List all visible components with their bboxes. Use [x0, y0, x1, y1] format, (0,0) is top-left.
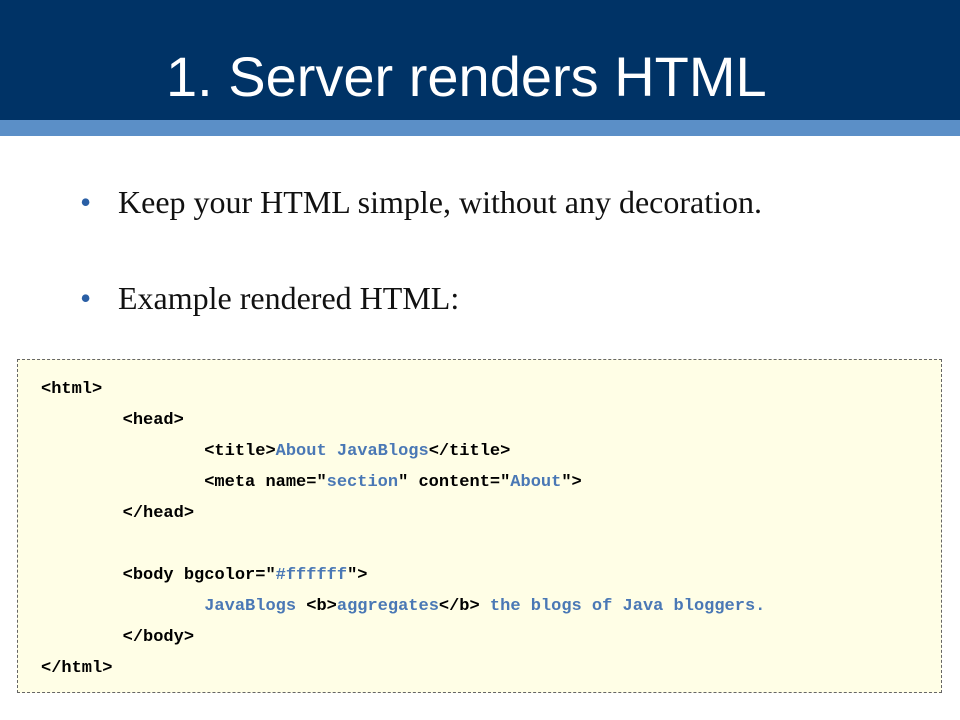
bullet-item: • Example rendered HTML:: [80, 276, 762, 320]
code-tag: <meta name=": [204, 473, 327, 492]
code-line: JavaBlogs <b>aggregates</b> the blogs of…: [41, 591, 765, 622]
code-tag: </b>: [438, 597, 480, 616]
code-line: <body bgcolor="#ffffff">: [41, 560, 765, 591]
code-tag: </head>: [122, 504, 195, 523]
code-line: <head>: [41, 405, 765, 436]
code-line: <meta name="section" content="About">: [41, 467, 765, 498]
bullet-text: Example rendered HTML:: [118, 280, 460, 316]
code-value: #ffffff: [275, 566, 348, 585]
code-tag: ">: [347, 566, 368, 585]
code-line: <title>About JavaBlogs</title>: [41, 436, 765, 467]
code-tag: <head>: [122, 411, 184, 430]
code-tag: " content=": [398, 473, 511, 492]
code-value: JavaBlogs: [204, 597, 307, 616]
bullet-text: Keep your HTML simple, without any decor…: [118, 184, 762, 220]
code-block: <html> <head> <title>About JavaBlogs</ti…: [41, 374, 765, 684]
bullet-item: • Keep your HTML simple, without any dec…: [80, 180, 762, 224]
code-tag: ">: [561, 473, 582, 492]
code-line: </head>: [41, 498, 765, 529]
code-tag: </html>: [41, 659, 113, 678]
code-tag: <title>: [204, 442, 276, 461]
bullet-dot-icon: •: [80, 184, 92, 220]
code-value: section: [326, 473, 399, 492]
code-tag: </title>: [428, 442, 511, 461]
slide-title: 1. Server renders HTML: [166, 45, 767, 108]
code-tag: <html>: [41, 380, 103, 399]
code-tag: </body>: [122, 628, 195, 647]
code-tag: <body bgcolor=": [122, 566, 276, 585]
code-line: </html>: [41, 653, 765, 684]
bullet-list: • Keep your HTML simple, without any dec…: [80, 180, 762, 320]
code-value: the blogs of Java bloggers.: [479, 597, 766, 616]
code-example-box: <html> <head> <title>About JavaBlogs</ti…: [17, 359, 942, 693]
code-line: </body>: [41, 622, 765, 653]
code-tag: <b>: [306, 597, 337, 616]
code-value: About: [510, 473, 562, 492]
bullet-dot-icon: •: [80, 280, 92, 316]
code-value: About JavaBlogs: [275, 442, 429, 461]
code-line: <html>: [41, 374, 765, 405]
code-value: aggregates: [336, 597, 439, 616]
header-stripe: [0, 120, 960, 136]
